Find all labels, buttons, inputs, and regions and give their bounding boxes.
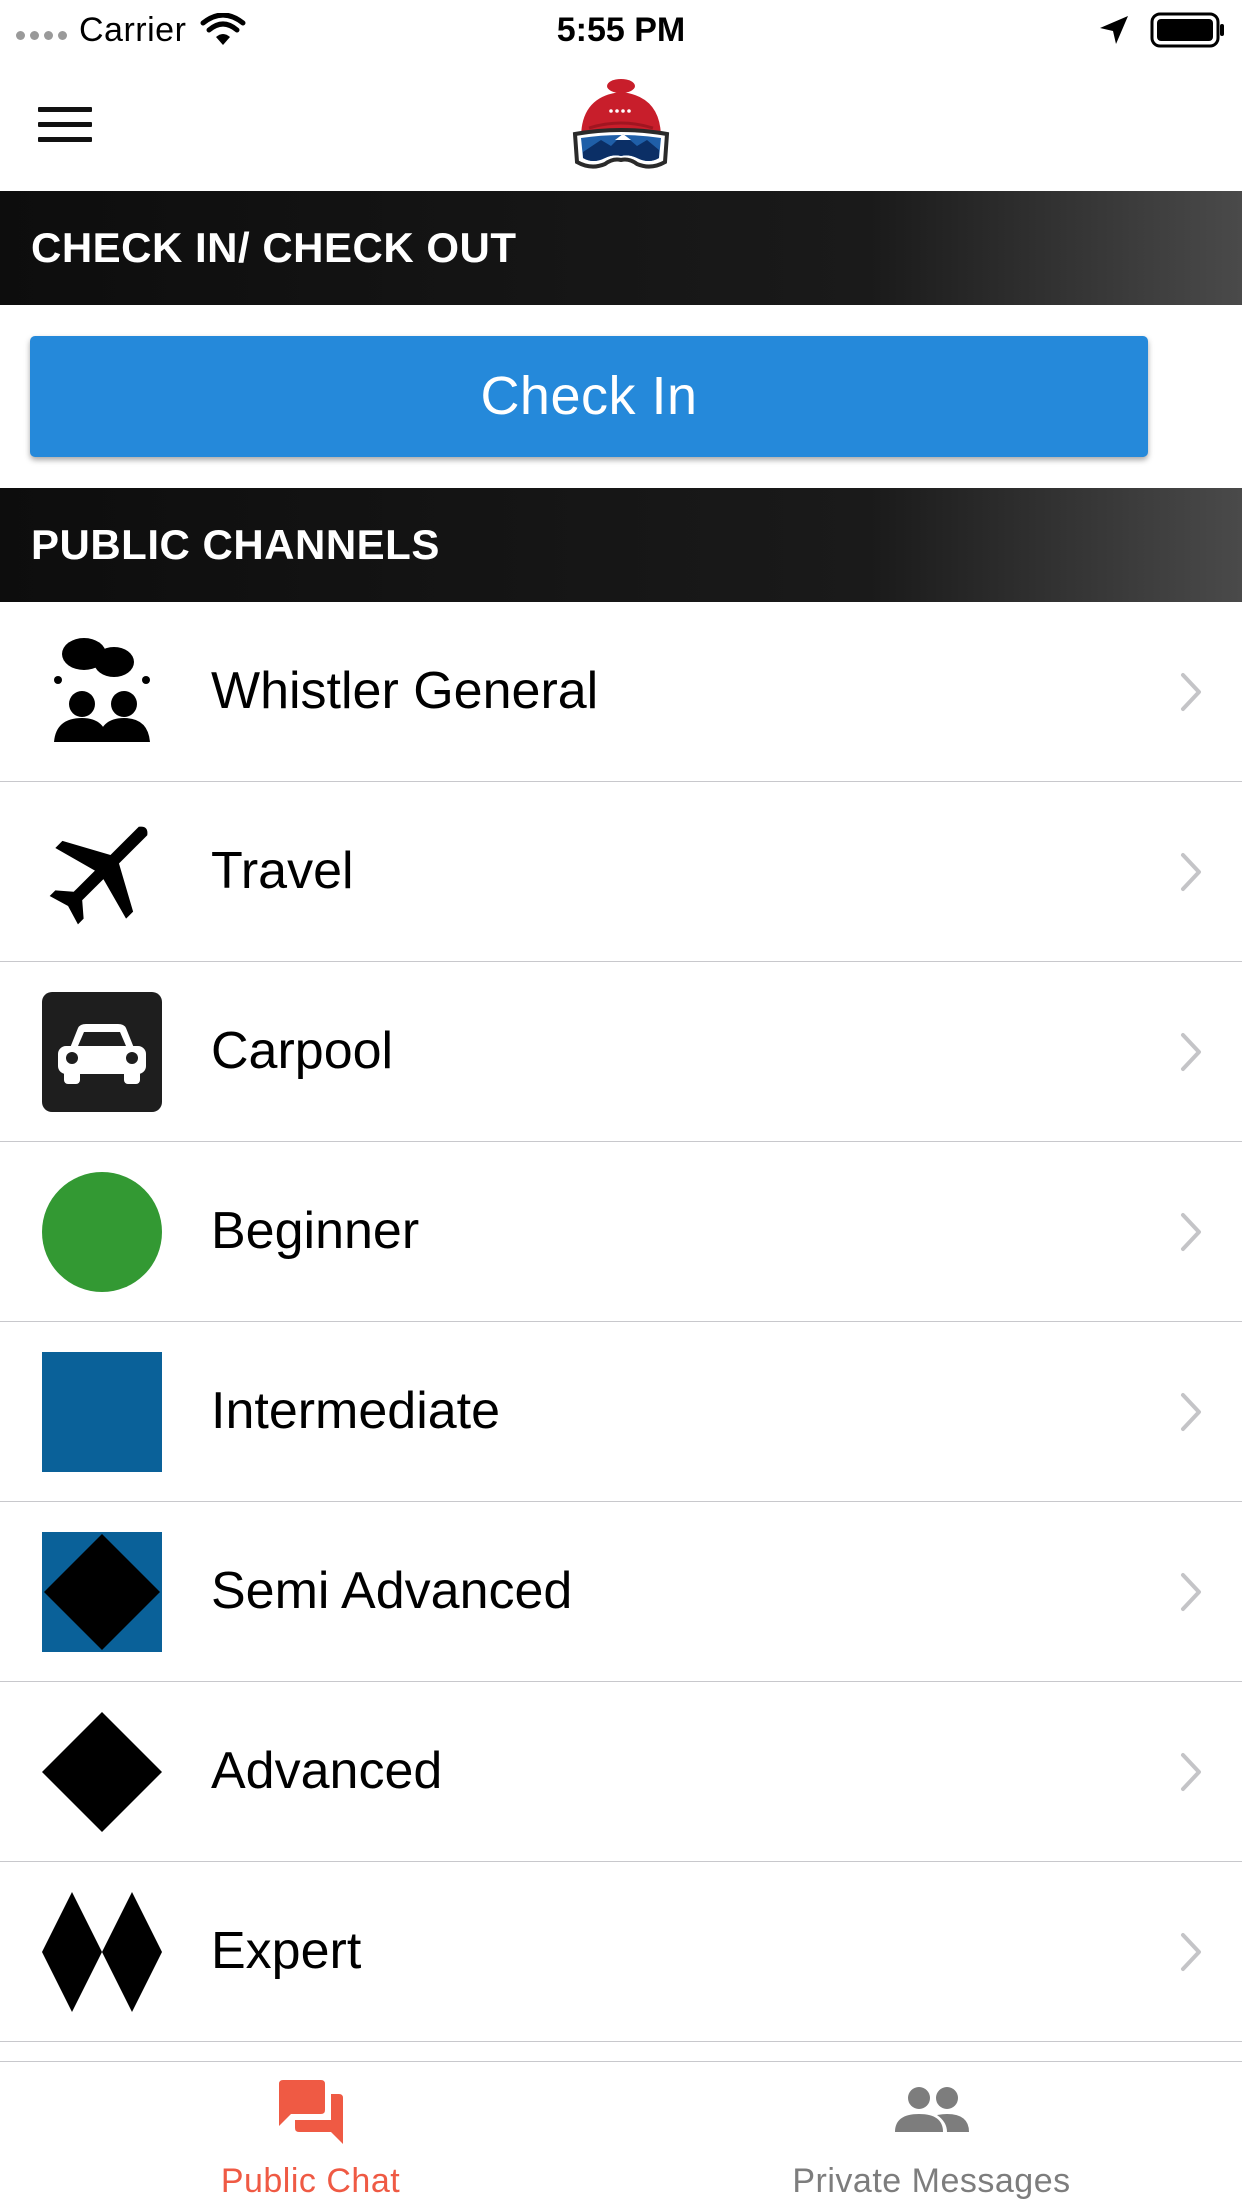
green-circle-icon [42, 1172, 162, 1292]
chevron-right-icon [1181, 1933, 1201, 1971]
channel-row-semi-advanced[interactable]: Semi Advanced [0, 1502, 1242, 1682]
channel-row-intermediate[interactable]: Intermediate [0, 1322, 1242, 1502]
check-in-button[interactable]: Check In [30, 336, 1148, 457]
beanie-goggles-logo-icon [572, 79, 670, 169]
black-diamond-icon [42, 1712, 162, 1832]
status-right [1098, 8, 1226, 52]
group-chat-icon [54, 638, 150, 742]
chevron-right-icon [1181, 673, 1201, 711]
channel-row-advanced[interactable]: Advanced [0, 1682, 1242, 1862]
blue-square-icon [42, 1352, 162, 1472]
tab-bar: Public Chat Private Messages [0, 2061, 1242, 2208]
section-header-checkin: CHECK IN/ CHECK OUT [0, 191, 1242, 305]
battery-icon [1150, 12, 1224, 48]
double-black-diamond-icon [42, 1892, 162, 2012]
status-time: 5:55 PM [556, 11, 686, 49]
nav-bar [0, 60, 1242, 190]
chevron-right-icon [1181, 1033, 1201, 1071]
tab-private-messages[interactable]: Private Messages [621, 2062, 1242, 2208]
channel-label: Whistler General [211, 662, 599, 720]
blue-square-black-diamond-icon [42, 1532, 162, 1652]
location-arrow-icon [1100, 16, 1128, 44]
channel-label: Travel [211, 842, 354, 900]
tab-label: Public Chat [220, 2162, 401, 2200]
section-header-public-channels: PUBLIC CHANNELS [0, 488, 1242, 602]
channel-row-travel[interactable]: Travel [0, 782, 1242, 962]
chevron-right-icon [1181, 1213, 1201, 1251]
status-bar: Carrier 5:55 PM [0, 0, 1242, 60]
channel-list: Whistler General Travel Carpool Beginner… [0, 602, 1242, 2042]
channel-label: Intermediate [211, 1382, 501, 1440]
chevron-right-icon [1181, 1393, 1201, 1431]
people-icon [894, 2087, 969, 2132]
chat-bubbles-icon [278, 2080, 343, 2144]
chevron-right-icon [1181, 1573, 1201, 1611]
channel-label: Carpool [211, 1022, 394, 1080]
channel-label: Beginner [211, 1202, 420, 1260]
chevron-right-icon [1181, 853, 1201, 891]
hamburger-menu-icon[interactable] [36, 102, 96, 148]
channel-label: Expert [211, 1922, 362, 1980]
app-screen: Carrier 5:55 PM CHECK IN/ CHECK OUT Chec… [0, 0, 1242, 2208]
airplane-icon [49, 826, 148, 925]
channel-row-expert[interactable]: Expert [0, 1862, 1242, 2042]
chevron-right-icon [1181, 1753, 1201, 1791]
tab-label: Private Messages [792, 2162, 1071, 2200]
car-icon [42, 992, 162, 1112]
channel-label: Advanced [211, 1742, 443, 1800]
channel-row-beginner[interactable]: Beginner [0, 1142, 1242, 1322]
tab-public-chat[interactable]: Public Chat [0, 2062, 621, 2208]
channel-row-carpool[interactable]: Carpool [0, 962, 1242, 1142]
channel-row-whistler-general[interactable]: Whistler General [0, 602, 1242, 782]
channel-label: Semi Advanced [211, 1562, 573, 1620]
